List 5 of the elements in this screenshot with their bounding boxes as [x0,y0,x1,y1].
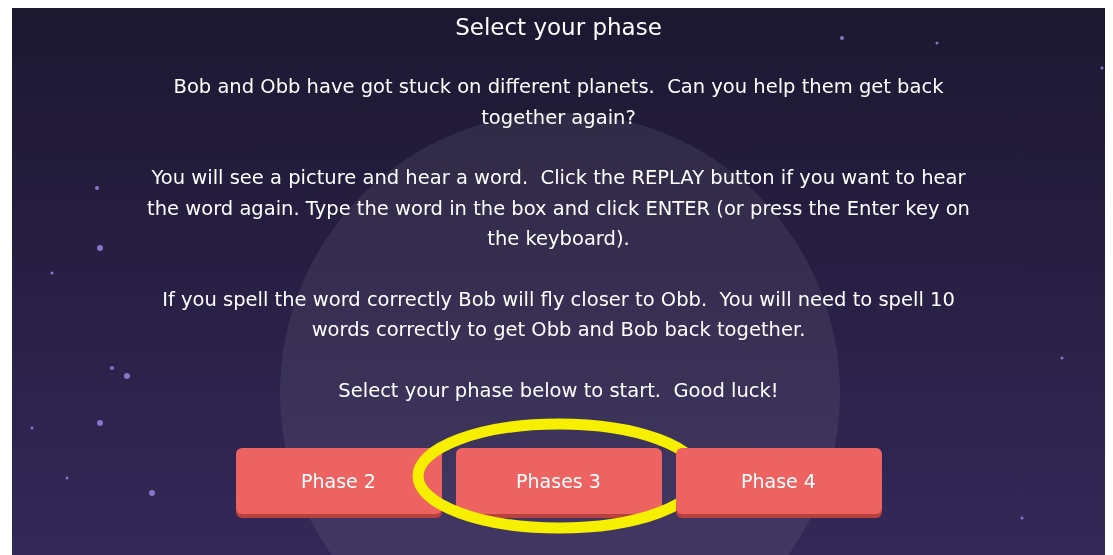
screen-title: Select your phase [455,14,662,42]
instruction-text: If you spell the word correctly Bob will fly closer to Obb. You will need to spell 10 words correctly to get Obb and Bob back together. [161,286,956,343]
instruction-text: Select your phase below to start. Good luck! [338,377,779,404]
instruction-text: Bob and Obb have got stuck on different planets. Can you help them get back together again? [172,74,945,131]
instruction-text: You will see a picture and hear a word. Click the REPLAY button if you want to hear the word again. Type the word in the box and click ENTER (or press the Enter key on the keyboard). [146,165,971,252]
